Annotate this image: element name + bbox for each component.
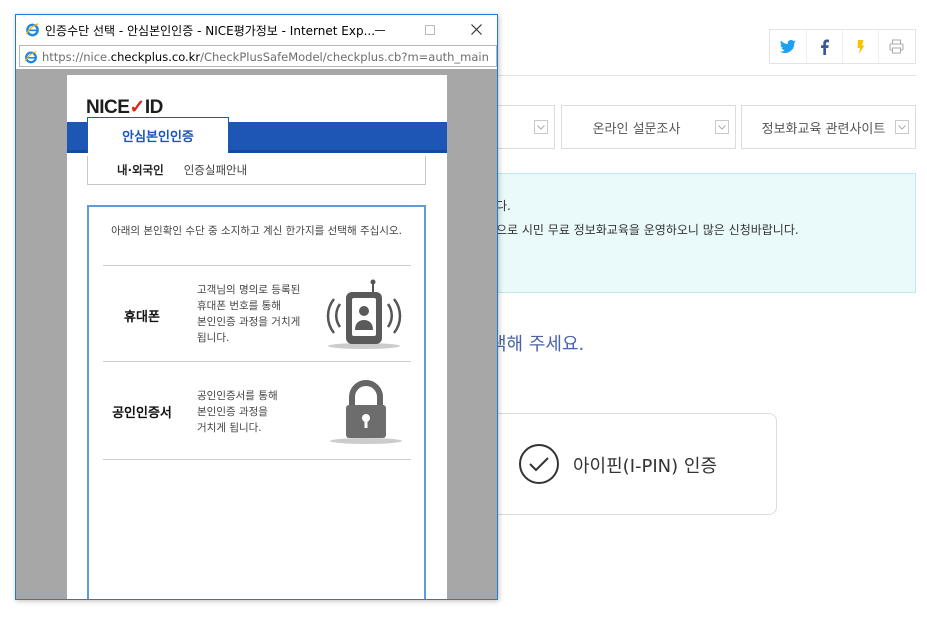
auth-method-box: 아래의 본인확인 수단 중 소지하고 계신 한가지를 선택해 주십시오. 휴대폰… (87, 205, 426, 599)
internet-explorer-icon (25, 22, 40, 41)
option-desc: 고객님의 명의로 등록된 휴대폰 번호를 통해 본인인증 과정을 거치게 됩니다… (197, 282, 300, 346)
logo-text-id: ID (144, 97, 164, 118)
ipin-auth-button[interactable]: 아이핀(I-PIN) 인증 (470, 413, 777, 515)
option-certificate[interactable]: 공인인증서 공인인증서를 통해 본인인증 과정을 거치게 됩니다. (103, 361, 411, 457)
header-divider (497, 75, 916, 76)
desc-line: 공인인증서를 통해 (197, 390, 278, 402)
internet-explorer-icon (24, 49, 38, 68)
window-title: 인증수단 선택 - 안심본인인증 - NICE평가정보 - Internet E… (45, 24, 375, 38)
chevron-down-icon (534, 120, 548, 134)
address-bar[interactable]: https://nice.checkplus.co.kr/CheckPlusSa… (19, 45, 497, 67)
tab-safe-auth[interactable]: 안심본인인증 (87, 117, 229, 153)
dropdown-label: 정보화교육 관련사이트 (761, 121, 886, 137)
desc-line: 됩니다. (197, 332, 230, 344)
chevron-down-icon (715, 120, 729, 134)
desc-line: 거치게 됩니다. (197, 422, 262, 434)
desc-line: 본인인증 과정을 (197, 406, 268, 418)
option-name: 휴대폰 (124, 310, 160, 325)
url-prefix: https://nice. (42, 50, 111, 64)
url-text: https://nice.checkplus.co.kr/CheckPlusSa… (42, 50, 489, 64)
check-circle-icon (519, 444, 559, 484)
mobile-phone-icon (323, 278, 405, 356)
dropdown-label: 온라인 설문조사 (592, 121, 681, 137)
subtab-domestic-foreign[interactable]: 내·외국인 (117, 162, 164, 178)
option-name: 공인인증서 (112, 406, 172, 421)
sub-tabs: 내·외국인 인증실패안내 (87, 156, 426, 185)
notice-box: 다. 으로 시민 무료 정보화교육을 운영하오니 많은 신청바랍니다. (480, 173, 916, 293)
dropdown-related-sites[interactable]: 정보화교육 관련사이트 (741, 105, 916, 149)
dropdown-survey[interactable]: 온라인 설문조사 (561, 105, 736, 149)
twitter-icon[interactable] (770, 30, 806, 63)
option-divider (103, 459, 411, 460)
option-desc: 공인인증서를 통해 본인인증 과정을 거치게 됩니다. (197, 388, 278, 436)
desc-line: 휴대폰 번호를 통해 (197, 300, 281, 312)
maximize-button[interactable] (407, 15, 453, 44)
notice-line-1: 다. (496, 199, 511, 213)
subtab-auth-failure-guide[interactable]: 인증실패안내 (184, 162, 247, 178)
select-method-heading: 택해 주세요. (490, 334, 585, 355)
option-mobile-phone[interactable]: 휴대폰 고객님의 명의로 등록된 휴대폰 번호를 통해 본인인증 과정을 거치게… (103, 265, 411, 361)
facebook-icon[interactable] (806, 30, 842, 63)
print-icon[interactable] (878, 30, 914, 63)
window-titlebar[interactable]: 인증수단 선택 - 안심본인인증 - NICE평가정보 - Internet E… (16, 15, 497, 44)
popup-content-area: NICE✓ID 안심본인인증 내·외국인 인증실패안내 아래의 본인확인 수단 … (16, 69, 497, 599)
padlock-icon (325, 378, 407, 450)
logo-check-mark: ✓ (129, 97, 145, 118)
url-path: /CheckPlusSafeModel/checkplus.cb?m=auth_… (200, 50, 489, 64)
intro-text: 아래의 본인확인 수단 중 소지하고 계신 한가지를 선택해 주십시오. (111, 225, 402, 237)
url-domain: checkplus.co.kr (110, 50, 201, 64)
close-button[interactable] (453, 15, 497, 44)
kakaostory-icon[interactable] (842, 30, 878, 63)
nice-auth-page: NICE✓ID 안심본인인증 내·외국인 인증실패안내 아래의 본인확인 수단 … (67, 75, 447, 599)
ipin-label: 아이핀(I-PIN) 인증 (573, 456, 717, 477)
nice-id-logo: NICE✓ID (86, 96, 163, 119)
desc-line: 고객님의 명의로 등록된 (197, 284, 301, 296)
minimize-button[interactable] (357, 15, 403, 44)
share-bar (769, 29, 916, 64)
ie-popup-window[interactable]: 인증수단 선택 - 안심본인인증 - NICE평가정보 - Internet E… (15, 14, 498, 600)
chevron-down-icon (895, 120, 909, 134)
logo-text-nice: NICE (86, 97, 130, 118)
notice-line-2: 으로 시민 무료 정보화교육을 운영하오니 많은 신청바랍니다. (496, 223, 799, 237)
desc-line: 본인인증 과정을 거치게 (197, 316, 301, 328)
